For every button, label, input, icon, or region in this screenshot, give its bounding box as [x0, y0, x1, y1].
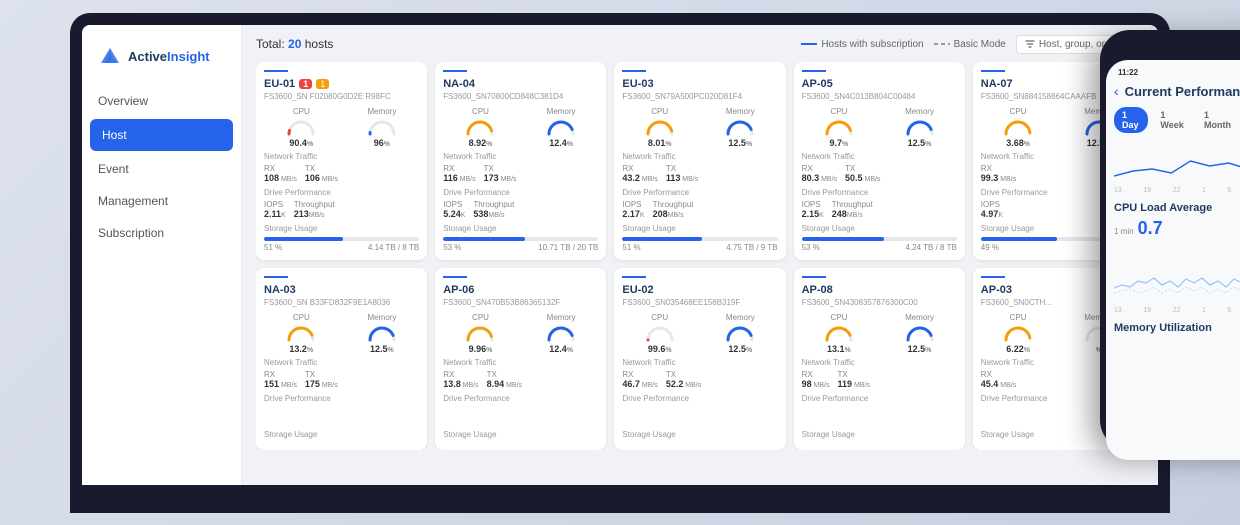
- phone-header: ‹ Current Performance: [1114, 83, 1240, 99]
- phone-status-bar: 11:22 ●●● ▲: [1114, 68, 1240, 77]
- phone: 11:22 ●●● ▲ ‹ Current Performance 1 Day …: [1100, 30, 1240, 450]
- legend-dot-subscription: [801, 43, 817, 45]
- phone-back-button[interactable]: ‹: [1114, 83, 1119, 99]
- logo-icon: [98, 45, 122, 69]
- tab-1day[interactable]: 1 Day: [1114, 107, 1148, 133]
- hosts-grid: EU-01 11 FS3600_SN F02080G0D2E R98FC CPU…: [256, 62, 1144, 450]
- phone-title: Current Performance: [1125, 84, 1240, 99]
- tab-1week[interactable]: 1 Week: [1152, 107, 1192, 133]
- host-card[interactable]: NA-03 FS3600_SN B33FD832F9E1A8036 CPU 13…: [256, 268, 427, 450]
- total-hosts-label: Total: 20 hosts: [256, 37, 333, 51]
- sidebar-item-host[interactable]: Host: [90, 119, 233, 151]
- cpu-axis: 13192216912: [1114, 307, 1240, 314]
- time-tabs: 1 Day 1 Week 1 Month 6 Month: [1114, 107, 1240, 133]
- toolbar-right: Hosts with subscription Basic Mode Host,…: [801, 35, 1144, 54]
- logo-text: ActiveInsight: [128, 49, 210, 64]
- toolbar: Total: 20 hosts Hosts with subscription …: [256, 35, 1144, 54]
- legend-basic: Basic Mode: [934, 39, 1006, 50]
- chart-svg-top: [1114, 141, 1240, 181]
- phone-notch: [1170, 40, 1230, 56]
- cpu-val-row: 1 min 0.7: [1114, 218, 1240, 239]
- filter-icon: [1025, 39, 1035, 49]
- host-card[interactable]: EU-03 FS3600_SN79A500PC020D81F4 CPU 8.01…: [614, 62, 785, 260]
- laptop-screen: ActiveInsight Overview Host Event Manage…: [82, 25, 1158, 485]
- phone-time: 11:22: [1118, 68, 1138, 77]
- host-card[interactable]: AP-06 FS3600_SN470B53B86365132F CPU 9.96…: [435, 268, 606, 450]
- legend-subscription: Hosts with subscription: [801, 39, 923, 50]
- main-content: Total: 20 hosts Hosts with subscription …: [242, 25, 1158, 485]
- cpu-chart-svg: [1114, 243, 1240, 303]
- chart-axis-top: 13192216912: [1114, 187, 1240, 194]
- cpu-big-value: 0.7: [1138, 218, 1163, 239]
- cpu-min-label: 1 min: [1114, 227, 1134, 236]
- host-card[interactable]: EU-01 11 FS3600_SN F02080G0D2E R98FC CPU…: [256, 62, 427, 260]
- sidebar: ActiveInsight Overview Host Event Manage…: [82, 25, 242, 485]
- chart-area-top: [1114, 141, 1240, 181]
- sidebar-item-event[interactable]: Event: [82, 153, 241, 185]
- host-card[interactable]: AP-08 FS3600_SN4308357876300C00 CPU 13.1…: [794, 268, 965, 450]
- cpu-chart: 1.21.00.80.60.40.2: [1114, 243, 1240, 303]
- legend-dot-basic: [934, 43, 950, 45]
- tab-1month[interactable]: 1 Month: [1196, 107, 1239, 133]
- memory-section-title: Memory Utilization: [1114, 322, 1240, 334]
- phone-screen: 11:22 ●●● ▲ ‹ Current Performance 1 Day …: [1106, 60, 1240, 460]
- sidebar-item-subscription[interactable]: Subscription: [82, 217, 241, 249]
- host-card[interactable]: EU-02 FS3600_SN035468EE158B319F CPU 99.6…: [614, 268, 785, 450]
- sidebar-item-overview[interactable]: Overview: [82, 85, 241, 117]
- cpu-section-title: CPU Load Average: [1114, 202, 1240, 214]
- host-card[interactable]: AP-05 FS3600_SN4C013B804C00484 CPU 9.7% …: [794, 62, 965, 260]
- logo: ActiveInsight: [82, 37, 241, 85]
- sidebar-item-management[interactable]: Management: [82, 185, 241, 217]
- host-card[interactable]: NA-04 FS3600_SN70800CD848C381D4 CPU 8.92…: [435, 62, 606, 260]
- laptop: M ActiveInsight Overview Host Event Mana…: [70, 13, 1170, 513]
